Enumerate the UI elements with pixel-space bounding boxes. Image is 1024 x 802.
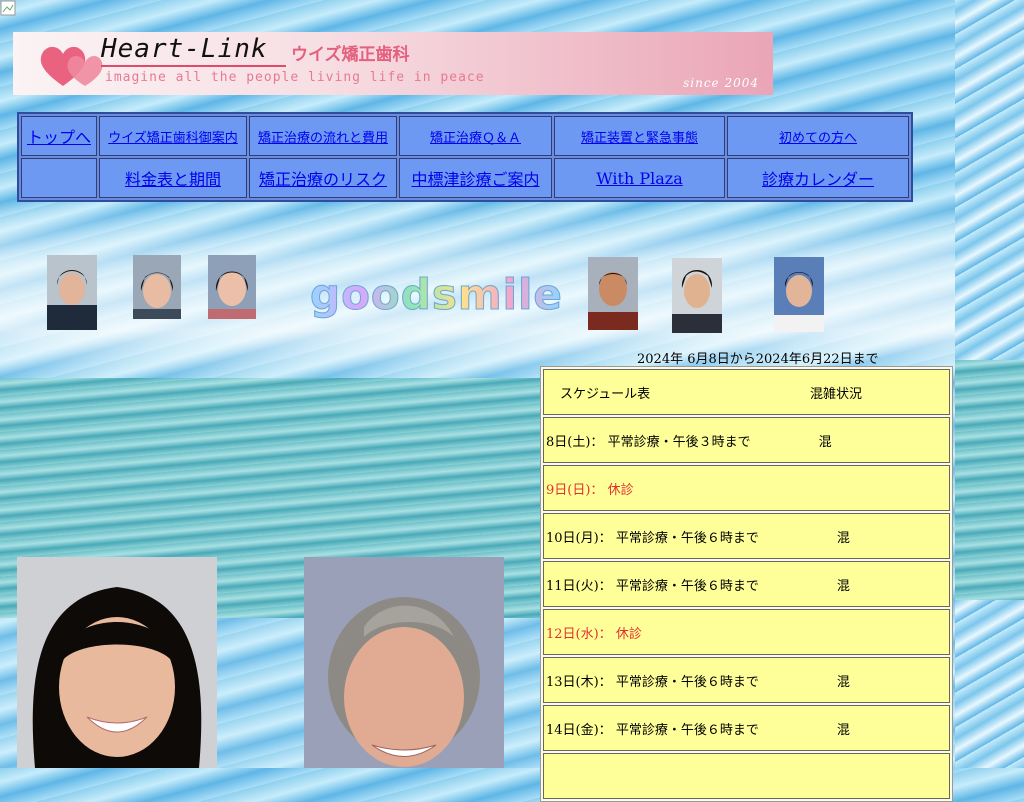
broken-image-icon	[0, 0, 16, 16]
tagline: imagine all the people living life in pe…	[105, 70, 485, 85]
nav-table: トップへ ウイズ矯正歯科御案内 矯正治療の流れと費用 矯正治療Ｑ＆Ａ 矯正装置と…	[17, 112, 913, 202]
schedule-row: 13日(木)： 平常診療・午後６時まで 混	[543, 657, 950, 703]
since-label: since 2004	[683, 76, 759, 90]
nav-cell: 矯正治療の流れと費用	[249, 116, 397, 156]
background-sea-right	[955, 360, 1024, 600]
nav-cell: 中標津診療ご案内	[399, 158, 552, 198]
schedule-crowd: 混	[836, 530, 850, 546]
schedule-row: 14日(金)： 平常診療・午後６時まで 混	[543, 705, 950, 751]
schedule-crowd: 混	[836, 578, 850, 594]
schedule-text: 平常診療・午後６時まで	[615, 578, 759, 594]
nav-link-top[interactable]: トップへ	[27, 128, 91, 147]
nav-cell: 診療カレンダー	[727, 158, 909, 198]
nav-cell-empty	[21, 158, 97, 198]
staff-photo	[774, 257, 824, 332]
schedule-crowd: 混	[836, 674, 850, 690]
schedule-day: 13日(木)：	[546, 674, 612, 690]
brand-name: Heart-Link	[101, 34, 268, 64]
schedule-day: 8日(土)：	[546, 434, 604, 450]
nav-link-risk[interactable]: 矯正治療のリスク	[259, 170, 387, 189]
goodsmile-logo: goodsmile	[310, 270, 563, 320]
schedule-row	[543, 753, 950, 799]
schedule-header-right: 混雑状況	[810, 386, 863, 402]
schedule-date-range: 2024年 6月8日から2024年6月22日まで	[637, 352, 879, 367]
schedule-text: 平常診療・午後６時まで	[615, 530, 759, 546]
schedule-row: 12日(水)： 休診	[543, 609, 950, 655]
schedule-text: 平常診療・午後６時まで	[615, 722, 759, 738]
schedule-text: 平常診療・午後６時まで	[615, 674, 759, 690]
nav-link-flow-cost[interactable]: 矯正治療の流れと費用	[258, 131, 388, 146]
schedule-header-row: スケジュール表 混雑状況	[543, 369, 950, 415]
schedule-day: 12日(水)：	[546, 626, 612, 642]
schedule-table: スケジュール表 混雑状況 8日(土)： 平常診療・午後３時まで混 9日(日)： 休…	[540, 366, 953, 802]
patient-smile-photo	[304, 557, 504, 768]
staff-photo	[133, 255, 181, 319]
patient-smile-photo	[17, 557, 217, 768]
nav-cell: 料金表と期間	[99, 158, 247, 198]
nav-link-calendar[interactable]: 診療カレンダー	[762, 170, 874, 189]
nav-link-first-visit[interactable]: 初めての方へ	[779, 131, 857, 146]
nav-link-qa[interactable]: 矯正治療Ｑ＆Ａ	[430, 131, 521, 146]
nav-cell: 矯正装置と緊急事態	[554, 116, 725, 156]
schedule-row: 10日(月)： 平常診療・午後６時まで 混	[543, 513, 950, 559]
schedule-day: 14日(金)：	[546, 722, 612, 738]
nav-link-clinic-info[interactable]: ウイズ矯正歯科御案内	[108, 131, 238, 146]
nav-cell: 矯正治療Ｑ＆Ａ	[399, 116, 552, 156]
schedule-row: 8日(土)： 平常診療・午後３時まで 混	[543, 417, 950, 463]
header-banner[interactable]: Heart-Link ウイズ矯正歯科 imagine all the peopl…	[13, 32, 773, 95]
schedule-day: 11日(火)：	[546, 578, 612, 594]
nav-cell: 矯正治療のリスク	[249, 158, 397, 198]
nav-link-with-plaza[interactable]: With Plaza	[596, 169, 683, 188]
staff-photo	[208, 255, 256, 319]
schedule-row: 11日(火)： 平常診療・午後６時まで 混	[543, 561, 950, 607]
staff-photo	[47, 255, 97, 330]
nav-cell: 初めての方へ	[727, 116, 909, 156]
schedule-day: 9日(日)：	[546, 482, 604, 498]
nav-link-nakashibetsu[interactable]: 中標津診療ご案内	[411, 170, 539, 189]
staff-photo	[588, 257, 638, 330]
staff-photo	[672, 258, 722, 333]
clinic-name: ウイズ矯正歯科	[291, 45, 410, 65]
schedule-crowd: 混	[836, 722, 850, 738]
nav-cell: ウイズ矯正歯科御案内	[99, 116, 247, 156]
nav-cell: トップへ	[21, 116, 97, 156]
schedule-text: 休診	[607, 482, 634, 498]
schedule-text: 休診	[615, 626, 642, 642]
schedule-crowd: 混	[818, 434, 832, 450]
brand-underline	[101, 65, 286, 67]
schedule-text: 平常診療・午後３時まで	[607, 434, 751, 450]
schedule-day: 10日(月)：	[546, 530, 612, 546]
schedule-header-left: スケジュール表	[560, 386, 651, 402]
nav-link-fees[interactable]: 料金表と期間	[125, 170, 221, 189]
nav-link-device-emergency[interactable]: 矯正装置と緊急事態	[581, 131, 698, 146]
schedule-row: 9日(日)： 休診	[543, 465, 950, 511]
nav-cell: With Plaza	[554, 158, 725, 198]
